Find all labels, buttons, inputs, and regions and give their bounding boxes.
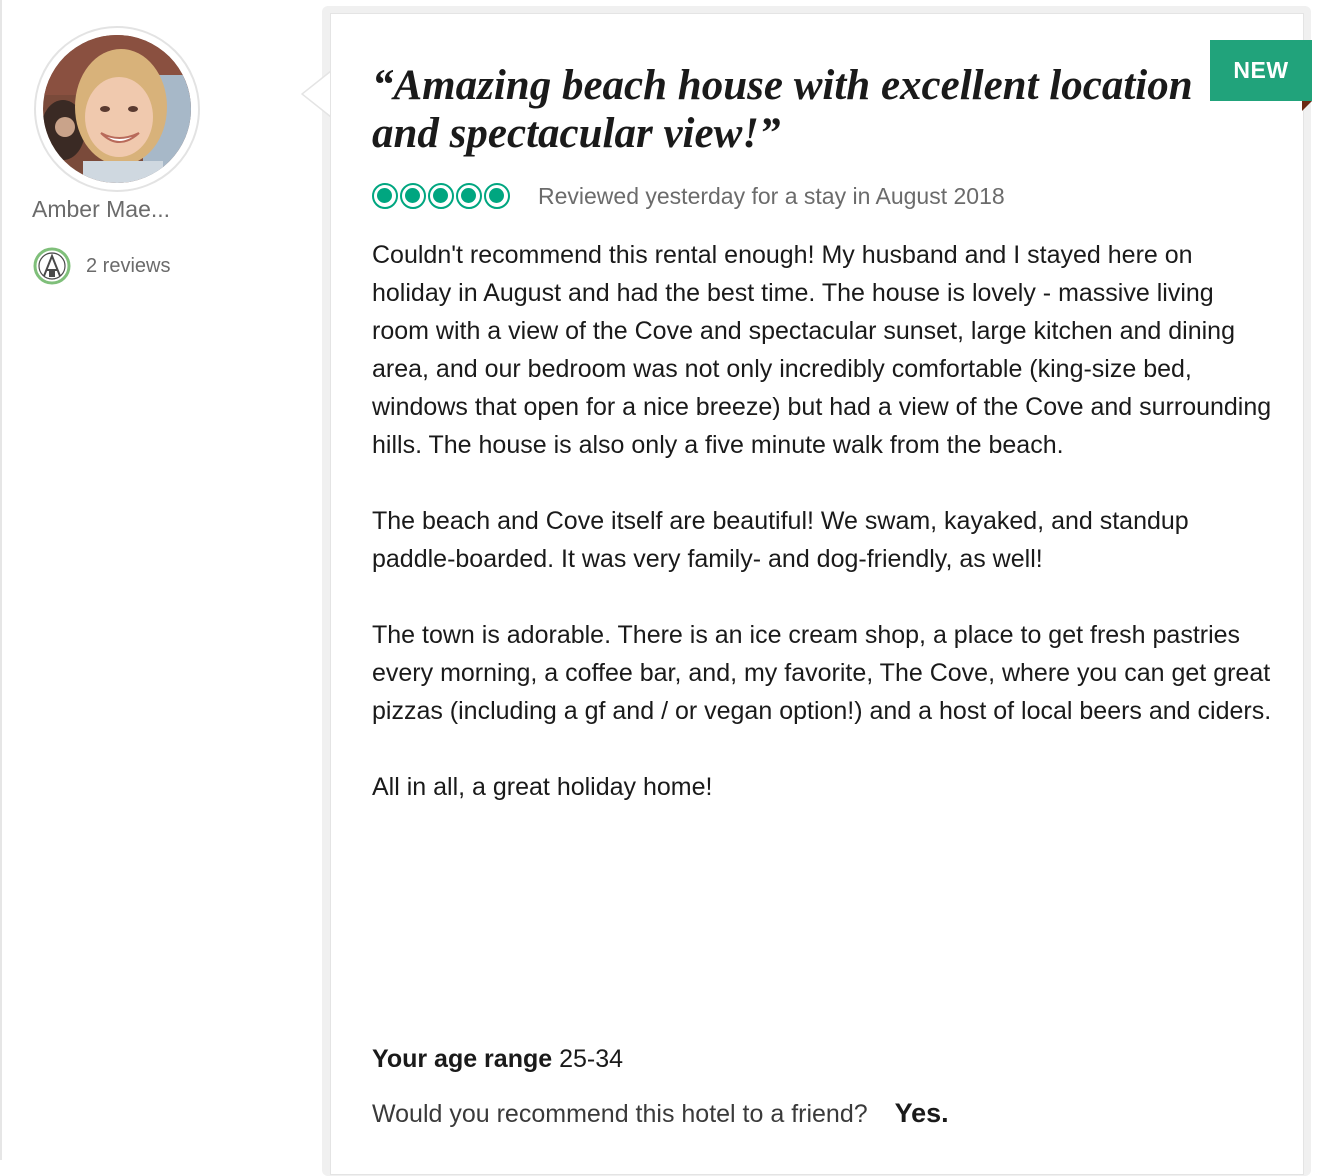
review-body: Couldn't recommend this rental enough! M…	[372, 236, 1272, 844]
review-title-text: “Amazing beach house with excellent loca…	[372, 62, 1193, 157]
avatar[interactable]	[43, 35, 191, 183]
recommend-question: Would you recommend this hotel to a frie…	[372, 1100, 868, 1128]
contributor-badge-icon	[32, 246, 72, 286]
avatar-photo	[43, 35, 191, 183]
rating-row: Reviewed yesterday for a stay in August …	[372, 181, 1005, 211]
review-paragraph: The town is adorable. There is an ice cr…	[372, 621, 1272, 725]
reviewer-stats: 2 reviews	[32, 246, 170, 286]
recommend-answer: Yes.	[894, 1098, 949, 1128]
rating-bubble-icon	[484, 183, 510, 209]
rating-bubble-icon	[372, 183, 398, 209]
avatar-ring[interactable]	[34, 26, 200, 192]
rating-bubble-icon	[400, 183, 426, 209]
review-paragraph: Couldn't recommend this rental enough! M…	[372, 241, 1272, 459]
review-date: Reviewed yesterday for a stay in August …	[538, 182, 1005, 209]
reviewer-name[interactable]: Amber Mae...	[32, 196, 170, 223]
bubble-rating	[372, 183, 510, 209]
rating-bubble-icon	[428, 183, 454, 209]
review-title[interactable]: “Amazing beach house with excellent loca…	[372, 62, 1252, 158]
recommend-row: Would you recommend this hotel to a frie…	[372, 1098, 949, 1129]
age-range-value: 25-34	[559, 1045, 624, 1073]
review-paragraph: All in all, a great holiday home!	[372, 773, 713, 801]
rating-bubble-icon	[456, 183, 482, 209]
age-range: Your age range 25-34	[372, 1045, 623, 1074]
review-paragraph: The beach and Cove itself are beautiful!…	[372, 507, 1189, 573]
reviewer-panel: Amber Mae... 2 reviews	[0, 0, 300, 1160]
ribbon-fold	[1302, 101, 1312, 111]
reviews-count[interactable]: 2 reviews	[86, 255, 170, 278]
age-range-label: Your age range	[372, 1045, 553, 1073]
